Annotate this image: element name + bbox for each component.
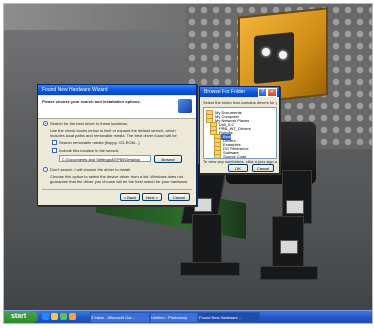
wizard-header: Please choose your search and installati… (38, 96, 196, 119)
taskbar-button-inbox[interactable]: 3 Inbox - Microsoft Out... (90, 312, 150, 323)
option-dont-search-label: Don't search. I will choose the driver t… (50, 167, 132, 172)
robot-face (254, 31, 294, 85)
folder-icon[interactable] (69, 313, 76, 320)
wizard-divider (42, 189, 192, 190)
checkbox-removable-label: Search removable media (floppy, CD-ROM..… (59, 140, 140, 145)
checkbox-location-label: Include this location in the search: (59, 148, 120, 153)
mail-icon[interactable] (51, 313, 58, 320)
start-button[interactable]: start (4, 311, 38, 323)
screenshot-frame: Found New Hardware Wizard Please choose … (3, 3, 373, 324)
wizard-title: Found New Hardware Wizard (42, 87, 108, 93)
cancel-button[interactable]: Cancel (168, 193, 190, 201)
search-description: Use the check boxes below to limit or ex… (50, 128, 177, 138)
browse-cancel-button[interactable]: Cancel (252, 164, 274, 172)
robot-leg-left-lower (192, 214, 222, 268)
location-input[interactable]: C:\Documents and Settings\NTP80\Desktop (59, 155, 151, 162)
robot-foot-left (180, 262, 240, 276)
servo (286, 200, 304, 214)
internet-icon[interactable] (42, 313, 49, 320)
taskbar-button-hardware[interactable]: Found New Hardware ... (198, 312, 260, 323)
close-icon[interactable]: × (267, 88, 277, 97)
wizard-heading: Please choose your search and installati… (42, 99, 141, 104)
browse-title: Browse For Folder (204, 89, 246, 95)
radio-search-best[interactable] (43, 121, 48, 126)
option-search-label: Search for the best driver in these loca… (50, 121, 129, 126)
browse-for-folder-dialog: Browse For Folder ? × Select the folder … (199, 86, 280, 174)
ok-button[interactable]: OK (228, 164, 248, 172)
browse-instruction: Select the folder that contains drivers … (203, 100, 277, 105)
robot-eye-left (262, 48, 270, 56)
folder-tree[interactable]: My Documents My Computer My Network Plac… (203, 107, 277, 159)
checkbox-removable-media[interactable] (52, 140, 57, 145)
taskbar-button-photoshop[interactable]: Untitled - Photoshop (150, 312, 198, 323)
back-button[interactable]: < Back (120, 193, 140, 201)
checkbox-include-location[interactable] (52, 148, 57, 153)
taskbar: start 3 Inbox - Microsoft Out... Untitle… (4, 310, 372, 323)
help-icon[interactable]: ? (258, 88, 267, 97)
next-button[interactable]: Next > (142, 193, 162, 201)
wizard-titlebar[interactable]: Found New Hardware Wizard (38, 85, 196, 95)
radio-dont-search[interactable] (43, 167, 48, 172)
hardware-icon (178, 99, 192, 113)
browse-button[interactable]: Browse (154, 155, 182, 163)
found-new-hardware-wizard: Found New Hardware Wizard Please choose … (37, 84, 197, 206)
dont-search-description: Choose this option to select the device … (50, 174, 189, 184)
desktop-icon[interactable] (60, 313, 67, 320)
servo (280, 240, 298, 254)
robot-foot-right (260, 266, 318, 280)
robot-eye-right (279, 51, 287, 59)
browse-titlebar[interactable]: Browse For Folder ? × (200, 87, 279, 97)
